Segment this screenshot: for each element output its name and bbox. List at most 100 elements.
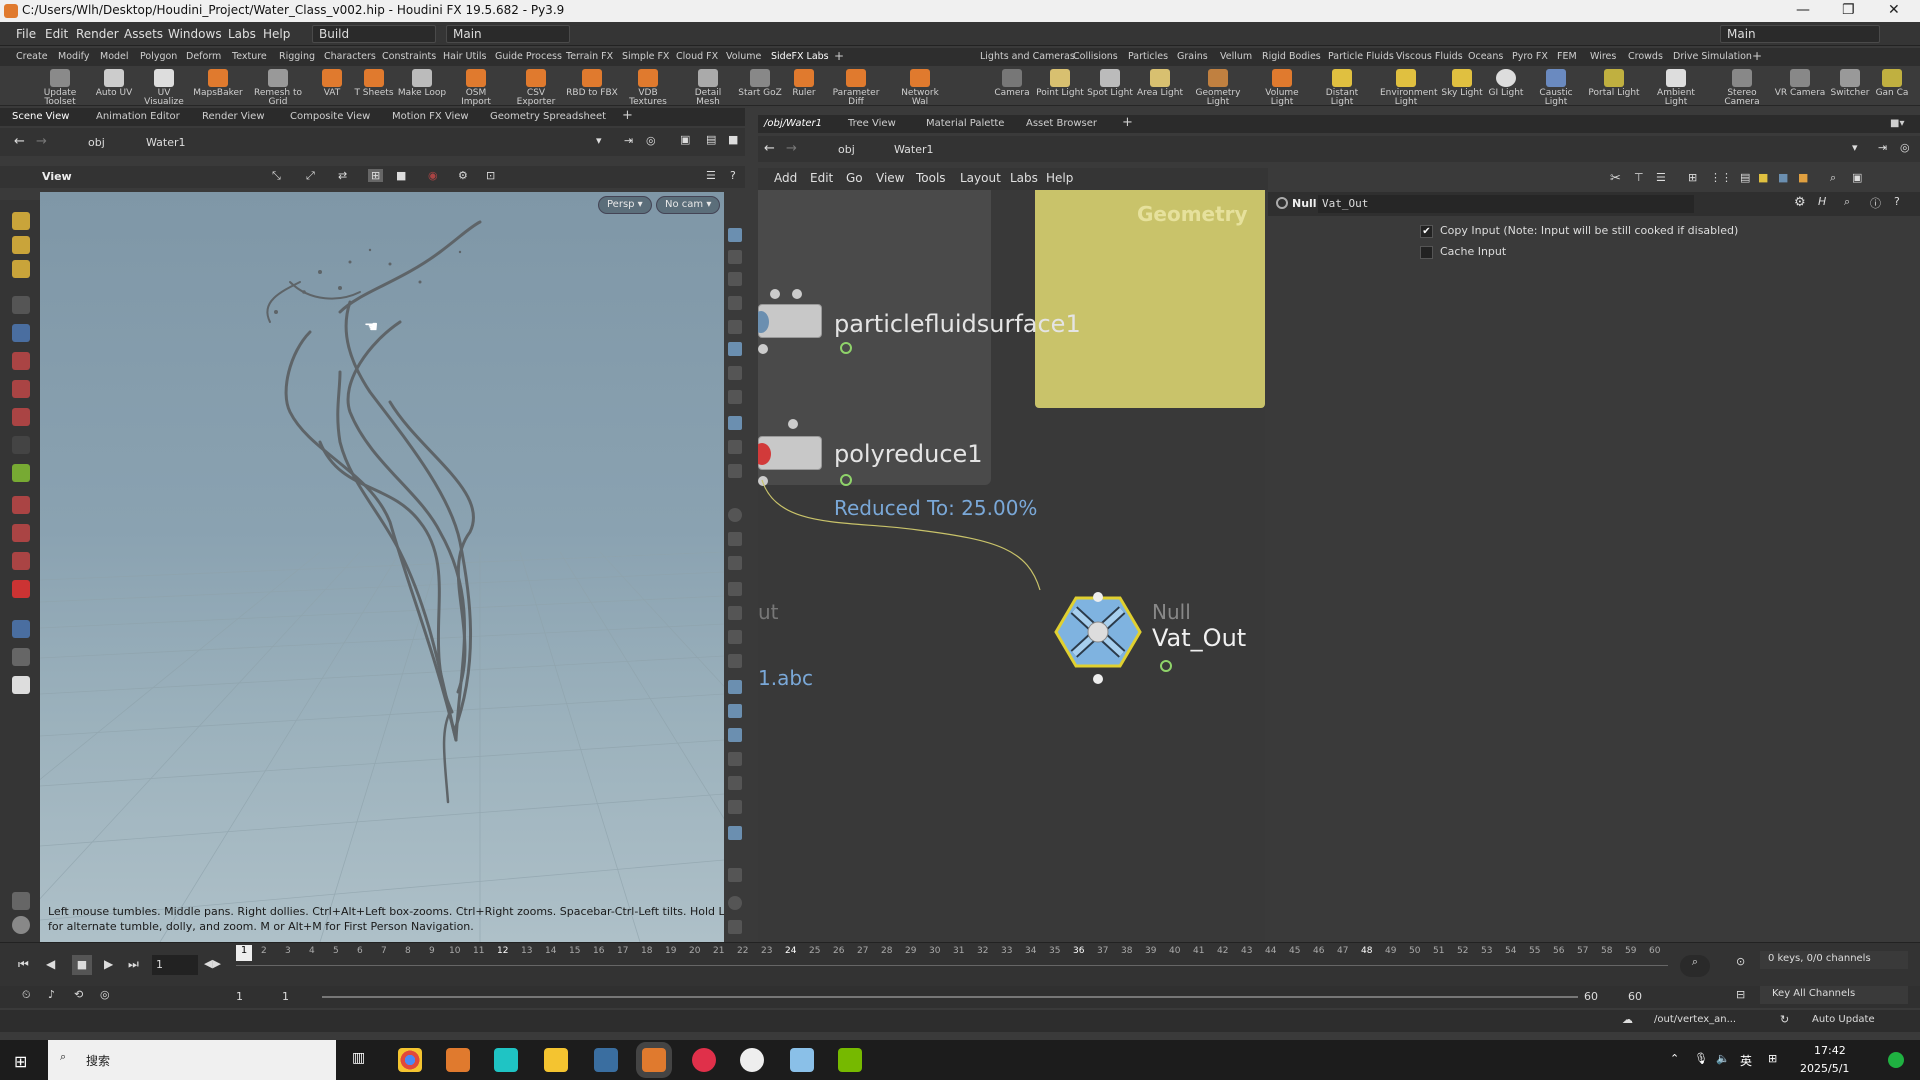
- build-desktop-combo[interactable]: Build: [312, 25, 436, 43]
- auto-uv-tool[interactable]: Auto UV: [88, 69, 140, 98]
- time-label[interactable]: 17:42: [1814, 1044, 1846, 1057]
- play-icon[interactable]: ▶: [104, 957, 113, 971]
- magnet-icon[interactable]: [12, 496, 30, 514]
- grid-view-icon[interactable]: ⊞: [1688, 171, 1697, 184]
- shelf-tab[interactable]: FEM: [1557, 51, 1577, 62]
- shelf-tab[interactable]: Wires: [1590, 51, 1616, 62]
- info-icon[interactable]: ⓘ: [1870, 195, 1881, 211]
- menu-file[interactable]: File: [16, 27, 36, 41]
- hand-icon[interactable]: [728, 606, 742, 620]
- persp-button[interactable]: Persp ▾: [598, 196, 652, 214]
- unreal-taskbar-icon[interactable]: [740, 1048, 764, 1072]
- refresh-icon[interactable]: ↻: [1780, 1013, 1789, 1026]
- red-app-taskbar-icon[interactable]: [692, 1048, 716, 1072]
- shelf-tab[interactable]: Lights and Cameras: [980, 51, 1075, 62]
- microphone-icon[interactable]: 🎙: [1694, 1052, 1708, 1065]
- shading-sphere-icon[interactable]: [728, 320, 742, 334]
- stereo-camera-tool[interactable]: Stereo Camera: [1716, 69, 1768, 107]
- net-menu-tools[interactable]: Tools: [916, 171, 946, 185]
- file-explorer-taskbar-icon[interactable]: [544, 1048, 568, 1072]
- portal-light-tool[interactable]: Portal Light: [1588, 69, 1640, 98]
- vat-out-null-node[interactable]: [1054, 596, 1142, 668]
- lock-camera-icon[interactable]: [728, 272, 742, 286]
- cache-input-checkbox[interactable]: [1420, 246, 1433, 259]
- menu-edit[interactable]: Edit: [45, 27, 68, 41]
- shelf-tab[interactable]: Terrain FX: [566, 51, 613, 62]
- tab-render-view[interactable]: Render View: [202, 111, 265, 122]
- forward-arrow-icon[interactable]: →: [786, 141, 797, 156]
- geometry-light-tool[interactable]: Geometry Light: [1192, 69, 1244, 107]
- pivot-icon[interactable]: [12, 436, 30, 454]
- update-toolset-tool[interactable]: Update Toolset: [34, 69, 86, 107]
- template-icon[interactable]: [728, 464, 742, 478]
- loop-icon[interactable]: ⟲: [74, 988, 83, 1001]
- range-end-field[interactable]: 60: [1584, 990, 1598, 1003]
- make-loop-tool[interactable]: Make Loop: [396, 69, 448, 98]
- shelf-tab[interactable]: Viscous Fluids: [1396, 51, 1463, 62]
- area-light-tool[interactable]: Area Light: [1134, 69, 1186, 98]
- ghost-icon[interactable]: [728, 250, 742, 264]
- menu-windows[interactable]: Windows: [168, 27, 222, 41]
- vdb-textures-tool[interactable]: VDB Textures: [622, 69, 674, 107]
- snap-icon[interactable]: [12, 552, 30, 570]
- shelf-tab[interactable]: Create: [16, 51, 48, 62]
- auto-update-combo[interactable]: Auto Update: [1812, 1014, 1875, 1025]
- net-menu-labs[interactable]: Labs: [1010, 171, 1038, 185]
- distant-light-tool[interactable]: Distant Light: [1316, 69, 1368, 107]
- remesh-to-grid-tool[interactable]: Remesh to Grid: [252, 69, 304, 107]
- handle-tool-icon[interactable]: [12, 212, 30, 230]
- flipbook-icon[interactable]: ⊡: [486, 169, 495, 182]
- render-icon[interactable]: ◉: [428, 169, 438, 182]
- help-icon[interactable]: ?: [1894, 195, 1900, 208]
- brush-icon[interactable]: [728, 556, 742, 570]
- minimize-button[interactable]: —: [1796, 2, 1810, 18]
- shelf-tab[interactable]: Rigging: [279, 51, 315, 62]
- tab-network-path[interactable]: /obj/Water1: [764, 118, 822, 129]
- jump-start-icon[interactable]: ⏮: [18, 957, 29, 972]
- dotted-grid-icon[interactable]: ⋮⋮: [1710, 171, 1732, 184]
- sticky-note-icon[interactable]: ■: [1758, 171, 1768, 184]
- main-desktop-combo[interactable]: Main: [446, 25, 570, 43]
- frame-icon[interactable]: [728, 800, 742, 814]
- shelf-tab[interactable]: Modify: [58, 51, 89, 62]
- shelf-tab[interactable]: Guide Process: [495, 51, 562, 62]
- viewer-menu-icon[interactable]: ☰: [706, 169, 716, 182]
- grid-icon[interactable]: [728, 704, 742, 718]
- folder-icon[interactable]: ■: [1798, 171, 1808, 184]
- tab-asset-browser[interactable]: Asset Browser: [1026, 118, 1097, 129]
- date-label[interactable]: 2025/5/1: [1800, 1062, 1849, 1075]
- view-tool-icon[interactable]: [12, 620, 30, 638]
- camera-lock-icon[interactable]: [728, 826, 742, 840]
- net-menu-edit[interactable]: Edit: [810, 171, 833, 185]
- guide-icon[interactable]: [728, 728, 742, 742]
- shelf-tab[interactable]: Rigid Bodies: [1262, 51, 1321, 62]
- background-icon[interactable]: [728, 680, 742, 694]
- shelf-tab[interactable]: Hair Utils: [443, 51, 486, 62]
- menu-assets[interactable]: Assets: [124, 27, 163, 41]
- pen-icon[interactable]: [728, 532, 742, 546]
- bounding-box-icon[interactable]: [728, 440, 742, 454]
- no-cam-button[interactable]: No cam ▾: [656, 196, 721, 214]
- current-frame-field[interactable]: 1: [152, 955, 198, 975]
- menu-help[interactable]: Help: [263, 27, 290, 41]
- shelf-tab[interactable]: Model: [100, 51, 129, 62]
- tab-animation-editor[interactable]: Animation Editor: [96, 111, 180, 122]
- back-arrow-icon[interactable]: ←: [14, 134, 25, 149]
- shelf-tab[interactable]: Simple FX: [622, 51, 669, 62]
- brush-tool-icon[interactable]: [12, 260, 30, 278]
- add-tab-icon[interactable]: +: [1122, 115, 1133, 130]
- status-ball-icon[interactable]: [12, 916, 30, 934]
- camera-view-icon[interactable]: [12, 648, 30, 666]
- shelf-tab-active[interactable]: SideFX Labs: [771, 51, 829, 62]
- shelf-tab[interactable]: Polygon: [140, 51, 177, 62]
- menu-labs[interactable]: Labs: [228, 27, 256, 41]
- path-water1[interactable]: Water1: [146, 136, 186, 149]
- taskbar-search-box[interactable]: ⌕ 搜索: [48, 1040, 336, 1080]
- csv-exporter-tool[interactable]: CSV Exporter: [510, 69, 562, 107]
- tray-up-arrow-icon[interactable]: ⌃: [1670, 1052, 1679, 1065]
- shelf-tab[interactable]: Deform: [186, 51, 221, 62]
- playhead-frame[interactable]: 1: [236, 945, 252, 961]
- dot-icon[interactable]: [728, 508, 742, 522]
- display-flag-check-icon[interactable]: [1160, 660, 1172, 672]
- ime-label[interactable]: 英: [1740, 1052, 1752, 1069]
